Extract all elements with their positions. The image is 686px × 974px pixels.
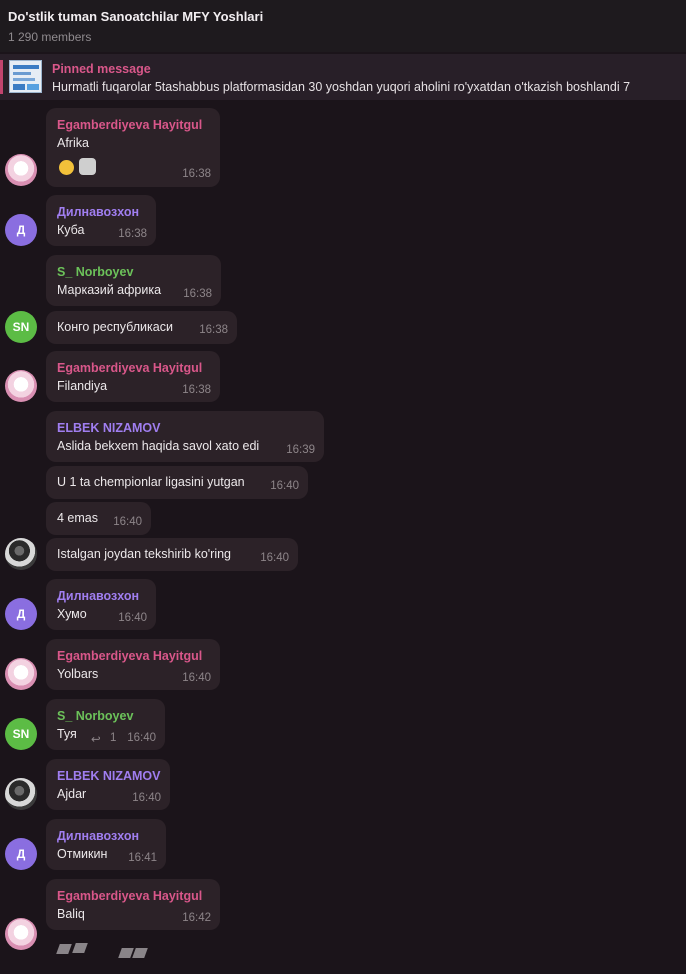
message-bubble[interactable]: U 1 ta chempionlar ligasini yutgan 16:40 xyxy=(46,466,308,499)
message-time: 16:38 xyxy=(199,324,228,336)
message-time: 16:40 xyxy=(260,552,289,564)
sender-name[interactable]: Egamberdiyeva Hayitgul xyxy=(57,649,202,663)
avatar[interactable]: Д xyxy=(5,838,37,870)
avatar[interactable] xyxy=(5,658,37,690)
sender-name[interactable]: ELBEK NIZAMOV xyxy=(57,769,160,783)
message-bubble[interactable]: Egamberdiyeva Hayitgul Afrika 16:38 xyxy=(46,108,220,187)
avatar[interactable] xyxy=(5,538,37,570)
message-time: 16:38 xyxy=(183,288,212,300)
chat-header[interactable]: Do'stlik tuman Sanoatchilar MFY Yoshlari… xyxy=(0,0,686,52)
sender-name[interactable]: S_ Norboyev xyxy=(57,265,133,279)
reply-icon[interactable]: ↩ xyxy=(91,732,101,746)
message-bubble[interactable]: Istalgan joydan tekshirib ko'ring 16:40 xyxy=(46,538,298,571)
member-count: 1 290 members xyxy=(8,30,92,44)
message-text: Yolbars xyxy=(57,667,99,681)
pinned-label: Pinned message xyxy=(52,62,151,76)
chat-title[interactable]: Do'stlik tuman Sanoatchilar MFY Yoshlari xyxy=(8,9,263,24)
message-bubble[interactable]: Egamberdiyeva Hayitgul Yolbars 16:40 xyxy=(46,639,220,690)
message-bubble[interactable]: S_ Norboyev Туя ↩ 1 16:40 xyxy=(46,699,165,750)
sticker-partial xyxy=(72,943,88,953)
message-text: Ajdar xyxy=(57,787,87,801)
sender-name[interactable]: ELBEK NIZAMOV xyxy=(57,421,160,435)
message-text: Baliq xyxy=(57,907,85,921)
message-text: U 1 ta chempionlar ligasini yutgan xyxy=(57,475,245,489)
sender-name[interactable]: Egamberdiyeva Hayitgul xyxy=(57,118,202,132)
message-text: Filandiya xyxy=(57,379,108,393)
message-bubble[interactable]: S_ Norboyev Марказий африка 16:38 xyxy=(46,255,221,306)
message-text: 4 emas xyxy=(57,511,98,525)
message-time: 16:41 xyxy=(128,852,157,864)
sender-name[interactable]: S_ Norboyev xyxy=(57,709,133,723)
message-time: 16:40 xyxy=(113,516,142,528)
message-bubble[interactable]: 4 emas 16:40 xyxy=(46,502,151,535)
message-time: 16:40 xyxy=(182,672,211,684)
message-bubble[interactable]: Дилнавозхон Отмикин 16:41 xyxy=(46,819,166,870)
sender-name[interactable]: Дилнавозхон xyxy=(57,589,139,603)
avatar[interactable] xyxy=(5,778,37,810)
avatar[interactable]: SN xyxy=(5,311,37,343)
message-bubble[interactable]: ELBEK NIZAMOV Ajdar 16:40 xyxy=(46,759,170,810)
message-bubble[interactable]: Дилнавозхон Хумо 16:40 xyxy=(46,579,156,630)
message-text: Aslida bekxem haqida savol xato edi xyxy=(57,439,260,453)
message-time: 16:38 xyxy=(182,168,211,180)
message-text: Istalgan joydan tekshirib ko'ring xyxy=(57,547,232,561)
sticker-partial xyxy=(132,948,148,958)
grinning-emoji-icon xyxy=(59,160,74,175)
avatar[interactable] xyxy=(5,918,37,950)
message-time: 16:40 xyxy=(270,480,299,492)
sender-name[interactable]: Egamberdiyeva Hayitgul xyxy=(57,361,202,375)
message-text: Куба xyxy=(57,223,85,237)
message-text: Туя xyxy=(57,727,77,741)
sender-name[interactable]: Egamberdiyeva Hayitgul xyxy=(57,889,202,903)
pinned-message-bar[interactable]: Pinned message Hurmatli fuqarolar 5tasha… xyxy=(0,54,686,100)
message-text: Afrika xyxy=(57,136,89,150)
message-bubble[interactable]: Egamberdiyeva Hayitgul Filandiya 16:38 xyxy=(46,351,220,402)
message-time: 16:39 xyxy=(286,444,315,456)
message-bubble[interactable]: Дилнавозхон Куба 16:38 xyxy=(46,195,156,246)
pinned-text: Hurmatli fuqarolar 5tashabbus platformas… xyxy=(52,80,631,94)
message-text: Марказий африка xyxy=(57,283,162,297)
avatar[interactable]: SN xyxy=(5,718,37,750)
avatar[interactable] xyxy=(5,370,37,402)
message-text: Конго республикаси xyxy=(57,320,173,334)
message-text: Хумо xyxy=(57,607,87,621)
sticker-partial xyxy=(56,944,72,954)
message-text: Отмикин xyxy=(57,847,108,861)
message-time: 16:38 xyxy=(118,228,147,240)
pinned-thumbnail xyxy=(9,60,42,93)
photo-emoji-icon xyxy=(79,158,96,175)
message-bubble[interactable]: Конго республикаси 16:38 xyxy=(46,311,237,344)
reply-count[interactable]: 1 xyxy=(110,732,116,744)
message-bubble[interactable]: Egamberdiyeva Hayitgul Baliq 16:42 xyxy=(46,879,220,930)
message-time: 16:40 xyxy=(118,612,147,624)
message-time: 16:38 xyxy=(182,384,211,396)
message-bubble[interactable]: ELBEK NIZAMOV Aslida bekxem haqida savol… xyxy=(46,411,324,462)
message-time: 16:40 xyxy=(132,792,161,804)
sender-name[interactable]: Дилнавозхон xyxy=(57,205,139,219)
message-time: 16:42 xyxy=(182,912,211,924)
sender-name[interactable]: Дилнавозхон xyxy=(57,829,139,843)
pinned-indicator xyxy=(0,60,3,94)
avatar[interactable]: Д xyxy=(5,598,37,630)
avatar[interactable]: Д xyxy=(5,214,37,246)
message-time: 16:40 xyxy=(127,732,156,744)
avatar[interactable] xyxy=(5,154,37,186)
